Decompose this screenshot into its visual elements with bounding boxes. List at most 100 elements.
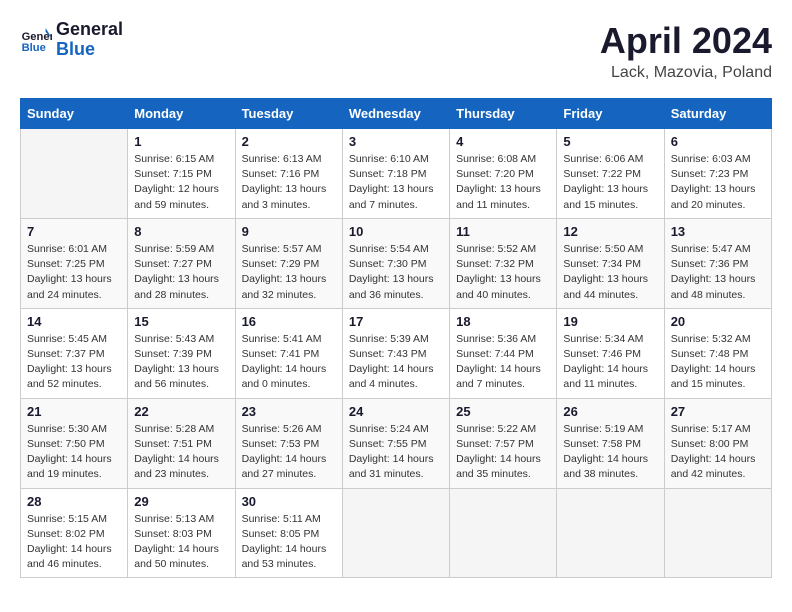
calendar-table: SundayMondayTuesdayWednesdayThursdayFrid… — [20, 98, 772, 578]
day-number: 22 — [134, 404, 228, 419]
calendar-cell: 21 Sunrise: 5:30 AM Sunset: 7:50 PM Dayli… — [21, 398, 128, 488]
day-number: 30 — [242, 494, 336, 509]
day-number: 2 — [242, 134, 336, 149]
day-number: 26 — [563, 404, 657, 419]
day-info: Sunrise: 5:11 AM Sunset: 8:05 PM Dayligh… — [242, 512, 336, 573]
day-number: 6 — [671, 134, 765, 149]
day-info: Sunrise: 5:36 AM Sunset: 7:44 PM Dayligh… — [456, 332, 550, 393]
calendar-cell: 4 Sunrise: 6:08 AM Sunset: 7:20 PM Daylig… — [450, 129, 557, 219]
logo-blue: Blue — [56, 40, 123, 60]
day-info: Sunrise: 5:43 AM Sunset: 7:39 PM Dayligh… — [134, 332, 228, 393]
calendar-cell: 9 Sunrise: 5:57 AM Sunset: 7:29 PM Daylig… — [235, 218, 342, 308]
calendar-cell — [450, 488, 557, 578]
calendar-cell: 2 Sunrise: 6:13 AM Sunset: 7:16 PM Daylig… — [235, 129, 342, 219]
day-number: 8 — [134, 224, 228, 239]
week-row-2: 14 Sunrise: 5:45 AM Sunset: 7:37 PM Dayli… — [21, 308, 772, 398]
day-number: 4 — [456, 134, 550, 149]
logo-general: General — [56, 20, 123, 40]
calendar-cell: 26Sunrise: 5:19 AM Sunset: 7:58 PM Dayli… — [557, 398, 664, 488]
day-info: Sunrise: 6:15 AM Sunset: 7:15 PM Dayligh… — [134, 152, 228, 213]
day-number: 12 — [563, 224, 657, 239]
calendar-cell: 19Sunrise: 5:34 AM Sunset: 7:46 PM Dayli… — [557, 308, 664, 398]
week-row-4: 28 Sunrise: 5:15 AM Sunset: 8:02 PM Dayli… — [21, 488, 772, 578]
day-info: Sunrise: 5:17 AM Sunset: 8:00 PM Dayligh… — [671, 422, 765, 483]
calendar-cell: 22 Sunrise: 5:28 AM Sunset: 7:51 PM Dayli… — [128, 398, 235, 488]
week-row-1: 7Sunrise: 6:01 AM Sunset: 7:25 PM Daylig… — [21, 218, 772, 308]
day-info: Sunrise: 5:32 AM Sunset: 7:48 PM Dayligh… — [671, 332, 765, 393]
day-info: Sunrise: 5:59 AM Sunset: 7:27 PM Dayligh… — [134, 242, 228, 303]
calendar-cell — [557, 488, 664, 578]
day-number: 15 — [134, 314, 228, 329]
day-info: Sunrise: 5:24 AM Sunset: 7:55 PM Dayligh… — [349, 422, 443, 483]
calendar-cell: 1 Sunrise: 6:15 AM Sunset: 7:15 PM Daylig… — [128, 129, 235, 219]
calendar-cell: 3 Sunrise: 6:10 AM Sunset: 7:18 PM Daylig… — [342, 129, 449, 219]
day-number: 10 — [349, 224, 443, 239]
day-info: Sunrise: 5:45 AM Sunset: 7:37 PM Dayligh… — [27, 332, 121, 393]
month-title: April 2024 — [600, 20, 772, 62]
calendar-cell: 16 Sunrise: 5:41 AM Sunset: 7:41 PM Dayli… — [235, 308, 342, 398]
calendar-cell: 7Sunrise: 6:01 AM Sunset: 7:25 PM Daylig… — [21, 218, 128, 308]
day-info: Sunrise: 5:39 AM Sunset: 7:43 PM Dayligh… — [349, 332, 443, 393]
week-row-3: 21 Sunrise: 5:30 AM Sunset: 7:50 PM Dayli… — [21, 398, 772, 488]
calendar-cell: 15 Sunrise: 5:43 AM Sunset: 7:39 PM Dayli… — [128, 308, 235, 398]
day-info: Sunrise: 5:22 AM Sunset: 7:57 PM Dayligh… — [456, 422, 550, 483]
day-info: Sunrise: 5:50 AM Sunset: 7:34 PM Dayligh… — [563, 242, 657, 303]
calendar-cell: 29Sunrise: 5:13 AM Sunset: 8:03 PM Dayli… — [128, 488, 235, 578]
calendar-cell: 28 Sunrise: 5:15 AM Sunset: 8:02 PM Dayli… — [21, 488, 128, 578]
day-number: 9 — [242, 224, 336, 239]
day-info: Sunrise: 6:13 AM Sunset: 7:16 PM Dayligh… — [242, 152, 336, 213]
day-info: Sunrise: 5:57 AM Sunset: 7:29 PM Dayligh… — [242, 242, 336, 303]
day-number: 16 — [242, 314, 336, 329]
title-area: April 2024 Lack, Mazovia, Poland — [600, 20, 772, 82]
day-number: 14 — [27, 314, 121, 329]
calendar-cell: 11 Sunrise: 5:52 AM Sunset: 7:32 PM Dayli… — [450, 218, 557, 308]
day-number: 11 — [456, 224, 550, 239]
location-title: Lack, Mazovia, Poland — [600, 64, 772, 82]
day-info: Sunrise: 6:08 AM Sunset: 7:20 PM Dayligh… — [456, 152, 550, 213]
header: General Blue General Blue April 2024 Lac… — [20, 20, 772, 82]
weekday-header-tuesday: Tuesday — [235, 99, 342, 129]
day-info: Sunrise: 5:54 AM Sunset: 7:30 PM Dayligh… — [349, 242, 443, 303]
day-info: Sunrise: 5:28 AM Sunset: 7:51 PM Dayligh… — [134, 422, 228, 483]
calendar-cell: 27 Sunrise: 5:17 AM Sunset: 8:00 PM Dayli… — [664, 398, 771, 488]
calendar-cell: 8 Sunrise: 5:59 AM Sunset: 7:27 PM Daylig… — [128, 218, 235, 308]
weekday-header-row: SundayMondayTuesdayWednesdayThursdayFrid… — [21, 99, 772, 129]
day-info: Sunrise: 5:41 AM Sunset: 7:41 PM Dayligh… — [242, 332, 336, 393]
day-number: 1 — [134, 134, 228, 149]
calendar-cell: 24 Sunrise: 5:24 AM Sunset: 7:55 PM Dayli… — [342, 398, 449, 488]
day-number: 3 — [349, 134, 443, 149]
weekday-header-saturday: Saturday — [664, 99, 771, 129]
calendar-cell: 20Sunrise: 5:32 AM Sunset: 7:48 PM Dayli… — [664, 308, 771, 398]
day-number: 21 — [27, 404, 121, 419]
calendar-cell: 6Sunrise: 6:03 AM Sunset: 7:23 PM Daylig… — [664, 129, 771, 219]
day-number: 29 — [134, 494, 228, 509]
calendar-cell: 13 Sunrise: 5:47 AM Sunset: 7:36 PM Dayli… — [664, 218, 771, 308]
day-info: Sunrise: 6:10 AM Sunset: 7:18 PM Dayligh… — [349, 152, 443, 213]
day-info: Sunrise: 5:15 AM Sunset: 8:02 PM Dayligh… — [27, 512, 121, 573]
day-info: Sunrise: 6:06 AM Sunset: 7:22 PM Dayligh… — [563, 152, 657, 213]
calendar-cell: 30 Sunrise: 5:11 AM Sunset: 8:05 PM Dayli… — [235, 488, 342, 578]
calendar-cell: 10 Sunrise: 5:54 AM Sunset: 7:30 PM Dayli… — [342, 218, 449, 308]
calendar-cell — [21, 129, 128, 219]
day-info: Sunrise: 5:52 AM Sunset: 7:32 PM Dayligh… — [456, 242, 550, 303]
weekday-header-thursday: Thursday — [450, 99, 557, 129]
calendar-cell: 14 Sunrise: 5:45 AM Sunset: 7:37 PM Dayli… — [21, 308, 128, 398]
day-number: 28 — [27, 494, 121, 509]
day-number: 24 — [349, 404, 443, 419]
svg-text:Blue: Blue — [22, 42, 46, 54]
day-number: 25 — [456, 404, 550, 419]
calendar-cell: 12 Sunrise: 5:50 AM Sunset: 7:34 PM Dayli… — [557, 218, 664, 308]
logo: General Blue General Blue — [20, 20, 123, 60]
day-number: 27 — [671, 404, 765, 419]
weekday-header-sunday: Sunday — [21, 99, 128, 129]
day-info: Sunrise: 5:34 AM Sunset: 7:46 PM Dayligh… — [563, 332, 657, 393]
week-row-0: 1 Sunrise: 6:15 AM Sunset: 7:15 PM Daylig… — [21, 129, 772, 219]
weekday-header-wednesday: Wednesday — [342, 99, 449, 129]
weekday-header-monday: Monday — [128, 99, 235, 129]
day-info: Sunrise: 5:47 AM Sunset: 7:36 PM Dayligh… — [671, 242, 765, 303]
day-info: Sunrise: 5:30 AM Sunset: 7:50 PM Dayligh… — [27, 422, 121, 483]
calendar-cell: 17Sunrise: 5:39 AM Sunset: 7:43 PM Dayli… — [342, 308, 449, 398]
calendar-cell: 5Sunrise: 6:06 AM Sunset: 7:22 PM Daylig… — [557, 129, 664, 219]
calendar-cell: 18Sunrise: 5:36 AM Sunset: 7:44 PM Dayli… — [450, 308, 557, 398]
day-number: 13 — [671, 224, 765, 239]
